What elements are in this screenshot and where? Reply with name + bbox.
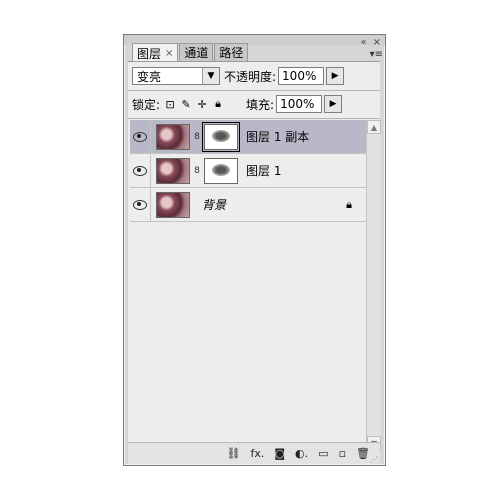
layer-row[interactable]: 背景 🔒︎ — [130, 188, 366, 222]
lock-transparent-icon[interactable]: ⊡ — [164, 98, 176, 111]
panel-menu-icon[interactable]: ▾≡ — [370, 49, 383, 60]
fill-label: 填充: — [246, 97, 275, 112]
tab-layers[interactable]: 图层 × — [132, 43, 179, 62]
lock-label: 锁定: — [132, 97, 161, 112]
fill-slider-button[interactable]: ▶ — [324, 95, 343, 113]
fill-input[interactable]: 100% — [276, 95, 323, 113]
layers-panel: « × ▾≡ 图层 × 通道 路径 变亮 ▼ 不透明度: 100% ▶ 锁定: … — [123, 34, 386, 466]
blend-opacity-row: 变亮 ▼ 不透明度: 100% ▶ — [132, 66, 376, 86]
panel-tabs: 图层 × 通道 路径 — [132, 43, 249, 62]
tab-close-icon[interactable]: × — [165, 48, 173, 59]
scroll-up-icon[interactable]: ▲ — [367, 120, 381, 134]
blend-mode-select[interactable]: 变亮 ▼ — [132, 67, 220, 85]
lock-icon: 🔒︎ — [346, 198, 352, 211]
divider — [128, 90, 380, 91]
divider — [128, 118, 380, 119]
tab-label: 图层 — [137, 46, 162, 61]
opacity-input[interactable]: 100% — [278, 67, 325, 85]
scrollbar[interactable]: ▲ ▼ — [366, 120, 381, 450]
lock-move-icon[interactable]: ✛ — [196, 98, 208, 111]
adjustment-icon[interactable]: ◐. — [295, 447, 308, 460]
opacity-label: 不透明度: — [224, 69, 277, 84]
tab-label: 路径 — [219, 46, 244, 60]
chevron-down-icon[interactable]: ▼ — [202, 68, 219, 84]
layer-mask-thumbnail[interactable] — [202, 121, 240, 152]
tab-channels[interactable]: 通道 — [179, 43, 214, 61]
panel-footer: ⛓ fx. ◙ ◐. ▭ ▫ 🗑︎ ⋰ — [128, 442, 380, 464]
collapse-icon[interactable]: « — [360, 37, 366, 48]
panel-top-icons: « × — [360, 37, 381, 48]
fx-icon[interactable]: fx. — [250, 447, 264, 460]
chain-link-icon[interactable]: 8 — [192, 166, 202, 176]
layer-name: 图层 1 副本 — [246, 130, 310, 144]
layer-row[interactable]: 8 图层 1 副本 — [130, 120, 366, 154]
fill-value: 100% — [280, 97, 315, 111]
lock-all-icon[interactable]: 🔒︎ — [212, 97, 224, 110]
tab-paths[interactable]: 路径 — [214, 43, 249, 61]
link-icon[interactable]: ⛓ — [227, 447, 241, 460]
tab-label: 通道 — [184, 46, 209, 60]
layer-name: 背景 — [202, 198, 227, 212]
lock-paint-icon[interactable]: ✎ — [180, 98, 192, 111]
blend-mode-value: 变亮 — [137, 69, 162, 84]
resize-grip-icon[interactable]: ⋰ — [370, 455, 378, 464]
chain-link-icon[interactable]: 8 — [192, 132, 202, 142]
panel-body: 变亮 ▼ 不透明度: 100% ▶ 锁定: ⊡ ✎ ✛ 🔒︎ 填充: 100% … — [128, 61, 381, 464]
eye-icon[interactable] — [130, 154, 151, 187]
layer-name: 图层 1 — [246, 164, 282, 178]
layer-mask-thumbnail[interactable] — [204, 157, 238, 184]
eye-icon[interactable] — [130, 120, 151, 153]
new-layer-icon[interactable]: ▫ — [339, 447, 346, 460]
layer-row[interactable]: 8 图层 1 — [130, 154, 366, 188]
mask-icon[interactable]: ◙ — [274, 447, 285, 460]
eye-icon[interactable] — [130, 188, 151, 221]
opacity-value: 100% — [282, 69, 317, 83]
opacity-slider-button[interactable]: ▶ — [326, 67, 345, 85]
layer-thumbnail — [156, 123, 190, 150]
layer-thumbnail — [156, 157, 190, 184]
folder-icon[interactable]: ▭ — [318, 447, 328, 460]
layer-thumbnail — [156, 191, 190, 218]
trash-icon[interactable]: 🗑︎ — [356, 447, 370, 460]
lock-fill-row: 锁定: ⊡ ✎ ✛ 🔒︎ 填充: 100% ▶ — [132, 94, 376, 114]
layers-list: 8 图层 1 副本 8 图层 1 背景 🔒︎ — [130, 120, 366, 464]
close-icon[interactable]: × — [373, 37, 381, 48]
